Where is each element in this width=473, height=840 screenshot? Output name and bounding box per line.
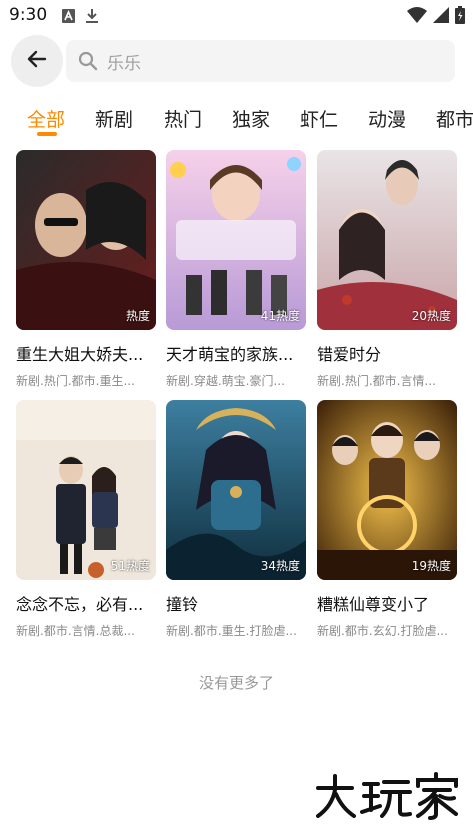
font-icon <box>62 8 75 28</box>
card-tags: 新剧.热门.都市.言情... <box>317 374 436 388</box>
poster-image: 19热度 <box>317 400 457 580</box>
heat-badge: 34热度 <box>260 559 300 573</box>
card-title: 糟糕仙尊变小了 <box>317 595 430 614</box>
heat-badge: 41热度 <box>260 309 300 323</box>
active-tab-indicator <box>37 132 57 136</box>
card-title: 念念不忘，必有... <box>16 595 144 614</box>
watermark-logo <box>312 770 462 822</box>
card-tags: 新剧.都市.重生.打脸虐... <box>166 624 297 638</box>
search-icon <box>78 51 98 71</box>
wifi-icon <box>407 7 427 27</box>
tab-anime[interactable]: 动漫 <box>368 105 406 132</box>
signal-icon <box>433 7 449 27</box>
heat-badge: 51热度 <box>110 559 150 573</box>
poster-image: 20热度 <box>317 150 457 330</box>
back-button[interactable] <box>11 35 63 87</box>
status-bar: 9:30 <box>0 0 473 32</box>
card-tags: 新剧.穿越.萌宝.豪门... <box>166 374 285 388</box>
card-title: 撞铃 <box>166 595 199 614</box>
search-input[interactable]: 乐乐 <box>66 40 455 82</box>
card-title: 重生大姐大娇夫... <box>16 345 144 364</box>
heat-badge: 热度 <box>125 309 150 323</box>
drama-card[interactable]: 34热度 撞铃 新剧.都市.重生.打脸虐... <box>166 400 306 639</box>
drama-card[interactable]: 热度 重生大姐大娇夫... 新剧.热门.都市.重生... <box>16 150 156 389</box>
no-more-text: 没有更多了 <box>198 674 274 692</box>
battery-icon <box>455 6 465 28</box>
tab-all[interactable]: 全部 <box>27 105 65 132</box>
category-tabs: 全部 新剧 热门 独家 虾仁 动漫 都市 <box>0 98 473 140</box>
card-title: 错爱时分 <box>317 345 382 364</box>
heat-badge: 20热度 <box>411 309 451 323</box>
card-tags: 新剧.都市.玄幻.打脸虐... <box>317 624 448 638</box>
tab-hot[interactable]: 热门 <box>164 105 202 132</box>
tab-shrimp[interactable]: 虾仁 <box>300 105 338 132</box>
drama-card[interactable]: 20热度 错爱时分 新剧.热门.都市.言情... <box>317 150 457 389</box>
drama-card[interactable]: 19热度 糟糕仙尊变小了 新剧.都市.玄幻.打脸虐... <box>317 400 457 639</box>
search-header: 乐乐 <box>0 34 473 88</box>
poster-image: 51热度 <box>16 400 156 580</box>
poster-image: 34热度 <box>166 400 306 580</box>
card-tags: 新剧.热门.都市.重生... <box>16 374 135 388</box>
card-title: 天才萌宝的家族... <box>166 345 294 364</box>
drama-card[interactable]: 41热度 天才萌宝的家族... 新剧.穿越.萌宝.豪门... <box>166 150 306 389</box>
tab-urban[interactable]: 都市 <box>436 105 473 132</box>
search-query: 乐乐 <box>107 53 141 74</box>
drama-card[interactable]: 51热度 念念不忘，必有... 新剧.都市.言情.总裁... <box>16 400 156 639</box>
heat-badge: 19热度 <box>411 559 451 573</box>
arrow-left-icon <box>25 47 49 75</box>
poster-image: 41热度 <box>166 150 306 330</box>
download-icon <box>85 8 99 28</box>
tab-new[interactable]: 新剧 <box>95 105 133 132</box>
status-time: 9:30 <box>9 5 48 25</box>
card-tags: 新剧.都市.言情.总裁... <box>16 624 135 638</box>
poster-image: 热度 <box>16 150 156 330</box>
tab-exclusive[interactable]: 独家 <box>232 105 270 132</box>
